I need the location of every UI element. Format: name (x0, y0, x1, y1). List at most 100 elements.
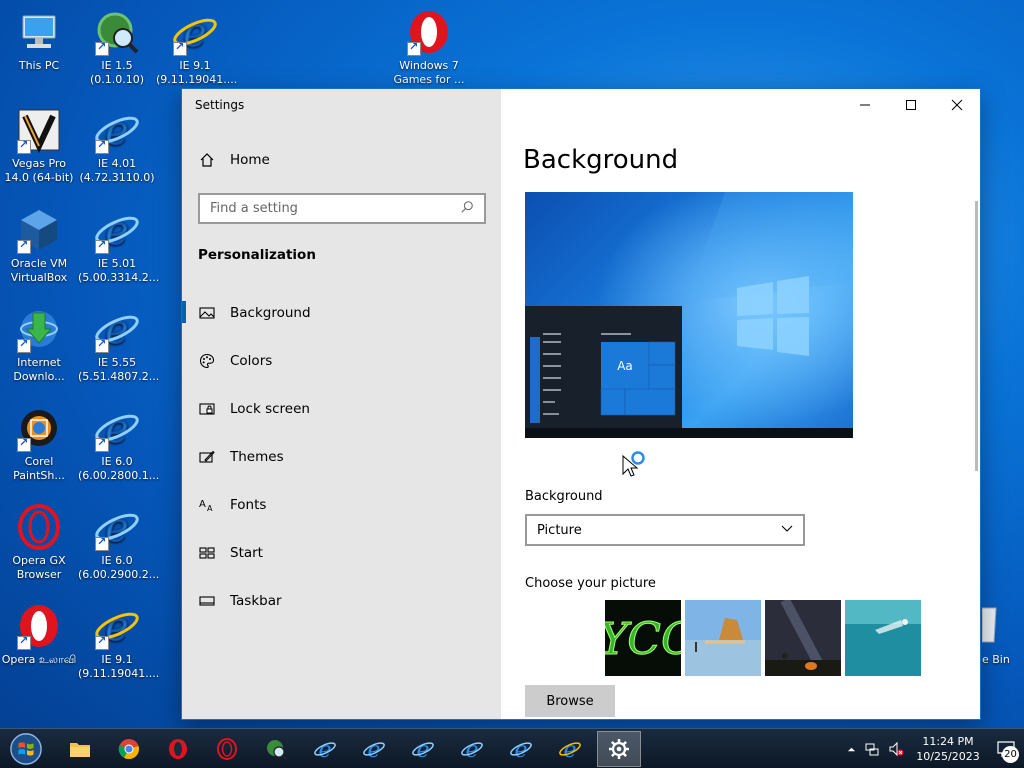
chrome-icon (118, 739, 139, 760)
taskbar-ie-5[interactable]: e (499, 731, 543, 767)
ie-icon: e (171, 8, 219, 57)
section-title: Personalization (198, 247, 316, 263)
taskbar-opera[interactable] (156, 731, 200, 767)
picture-thumbnail[interactable] (765, 600, 841, 676)
home-link[interactable]: Home (198, 151, 270, 169)
desktop-icon-ie-6-0-b[interactable]: e IE 6.0 (6.00.2900.2... (78, 503, 160, 582)
desktop-icon-opera-gx[interactable]: Opera GX Browser (0, 503, 78, 582)
shortcut-arrow-icon (95, 436, 109, 452)
windows-orb-icon (10, 733, 42, 765)
action-center-button[interactable]: 20 (988, 729, 1024, 768)
shortcut-arrow-icon (17, 138, 31, 154)
desktop-icon-ie-5-55[interactable]: e IE 5.55 (5.51.4807.2... (78, 305, 160, 384)
taskbar-ie-1[interactable]: e (303, 731, 347, 767)
desktop-icon-label: IE 6.0 (6.00.2800.1... (78, 455, 160, 482)
desktop-icon-ie-9-1[interactable]: e IE 9.1 (9.11.19041.... (156, 8, 237, 87)
desktop-icon-label: Opera GX Browser (12, 554, 66, 581)
desktop-icon-opera[interactable]: Opera உலாவி (0, 602, 78, 667)
picture-thumbnails: YCC (605, 600, 921, 676)
desktop-icon-vegas-pro[interactable]: Vegas Pro 14.0 (64-bit) (0, 106, 78, 185)
maximize-button[interactable] (888, 89, 934, 121)
close-button[interactable] (934, 89, 980, 121)
desktop-icon-corel-paintshop[interactable]: Corel PaintSh... (0, 404, 78, 483)
taskbar-ie-old[interactable] (254, 731, 298, 767)
taskbar-ie-4[interactable]: e (450, 731, 494, 767)
desktop-icon-internet-download-manager[interactable]: Internet Downlo... (0, 305, 78, 384)
desktop-icon-this-pc[interactable]: This PC (0, 8, 78, 73)
nav-item-lock-screen[interactable]: Lock screen (182, 385, 501, 433)
recycle-bin-label: e Bin (982, 653, 1010, 666)
desktop-icon-label: IE 5.55 (5.51.4807.2... (78, 356, 160, 383)
content-scrollbar[interactable] (975, 201, 978, 471)
taskbar-settings[interactable] (597, 731, 641, 767)
ie-icon: e (412, 738, 434, 761)
shortcut-arrow-icon (95, 535, 109, 551)
opera-icon (15, 602, 63, 650)
svg-text:e: e (416, 738, 429, 761)
search-input[interactable] (210, 201, 460, 216)
lock-screen-icon (198, 400, 216, 418)
maximize-icon (906, 100, 916, 110)
desktop-icon-windows-7-games[interactable]: Windows 7 Games for ... (390, 8, 468, 87)
taskbar-chrome[interactable] (107, 731, 151, 767)
nav-item-label: Colors (230, 353, 273, 369)
desktop-icon-ie-4-01[interactable]: e IE 4.01 (4.72.3110.0) (78, 106, 156, 185)
nav-item-background[interactable]: Background (182, 289, 501, 337)
nav-item-label: Taskbar (230, 593, 282, 609)
background-dropdown[interactable]: Picture (525, 514, 805, 546)
picture-icon (198, 304, 216, 322)
network-icon[interactable] (860, 741, 884, 757)
nav-item-start[interactable]: Start (182, 529, 501, 577)
taskbar-ie-6[interactable]: e (548, 731, 592, 767)
background-label: Background (525, 489, 603, 504)
ie-icon: e (510, 738, 532, 761)
settings-sidebar: Settings Home Personalization Background (182, 89, 501, 719)
recycle-bin-icon[interactable] (981, 602, 998, 644)
taskbar-ie-3[interactable]: e (401, 731, 445, 767)
desktop-icon-ie-6-0-a[interactable]: e IE 6.0 (6.00.2800.1... (78, 404, 160, 483)
picture-thumbnail[interactable]: YCC (605, 600, 681, 676)
idm-icon (15, 305, 63, 353)
clock[interactable]: 11:24 PM 10/25/2023 (908, 734, 988, 764)
desktop-icon-label: Corel PaintSh... (13, 455, 65, 482)
nav-item-colors[interactable]: Colors (182, 337, 501, 385)
desktop-icon-virtualbox[interactable]: Oracle VM VirtualBox (0, 206, 78, 285)
nav-item-label: Background (230, 305, 311, 321)
desktop-icon-label: Vegas Pro 14.0 (64-bit) (4, 157, 74, 184)
svg-text:A: A (207, 504, 213, 513)
minimize-button[interactable] (842, 89, 888, 121)
notification-count-badge: 20 (1002, 746, 1019, 763)
picture-thumbnail[interactable] (685, 600, 761, 676)
window-title: Settings (195, 98, 245, 112)
search-icon[interactable] (460, 200, 474, 218)
desktop-icon-label: IE 6.0 (6.00.2900.2... (78, 554, 160, 581)
nav-item-taskbar[interactable]: Taskbar (182, 577, 501, 625)
taskbar-explorer[interactable] (58, 731, 102, 767)
browse-button[interactable]: Browse (525, 685, 615, 717)
desktop-icon-ie-9-1-b[interactable]: e IE 9.1 (9.11.19041.... (78, 602, 159, 681)
preview-tile-text: Aa (617, 359, 633, 373)
start-button[interactable] (4, 729, 48, 768)
chevron-up-icon[interactable] (842, 745, 860, 754)
settings-search[interactable] (198, 193, 486, 224)
svg-text:A: A (199, 499, 206, 510)
svg-text:YCC: YCC (605, 614, 681, 665)
wallpaper-preview-image: Aa (525, 192, 853, 438)
desktop-icon-label: Windows 7 Games for ... (393, 59, 465, 86)
nav-item-fonts[interactable]: AA Fonts (182, 481, 501, 529)
themes-icon (198, 448, 216, 466)
nav-item-themes[interactable]: Themes (182, 433, 501, 481)
svg-text:e: e (318, 738, 331, 761)
ie-icon: e (93, 503, 141, 552)
volume-muted-icon[interactable] (884, 741, 908, 757)
taskbar-ie-2[interactable]: e (352, 731, 396, 767)
opera-icon (169, 739, 187, 759)
desktop-icon-ie-5-01[interactable]: e IE 5.01 (5.00.3314.2... (78, 206, 159, 285)
taskbar: e e e e e e 11:24 PM 10/25/2023 20 (0, 728, 1024, 768)
desktop-icon-label: This PC (18, 59, 60, 72)
desktop-icon-ie-1-5[interactable]: IE 1.5 (0.1.0.10) (78, 8, 156, 87)
nav-item-label: Themes (230, 449, 284, 465)
taskbar-opera-gx[interactable] (205, 731, 249, 767)
busy-cursor-icon (622, 450, 648, 478)
picture-thumbnail[interactable] (845, 600, 921, 676)
